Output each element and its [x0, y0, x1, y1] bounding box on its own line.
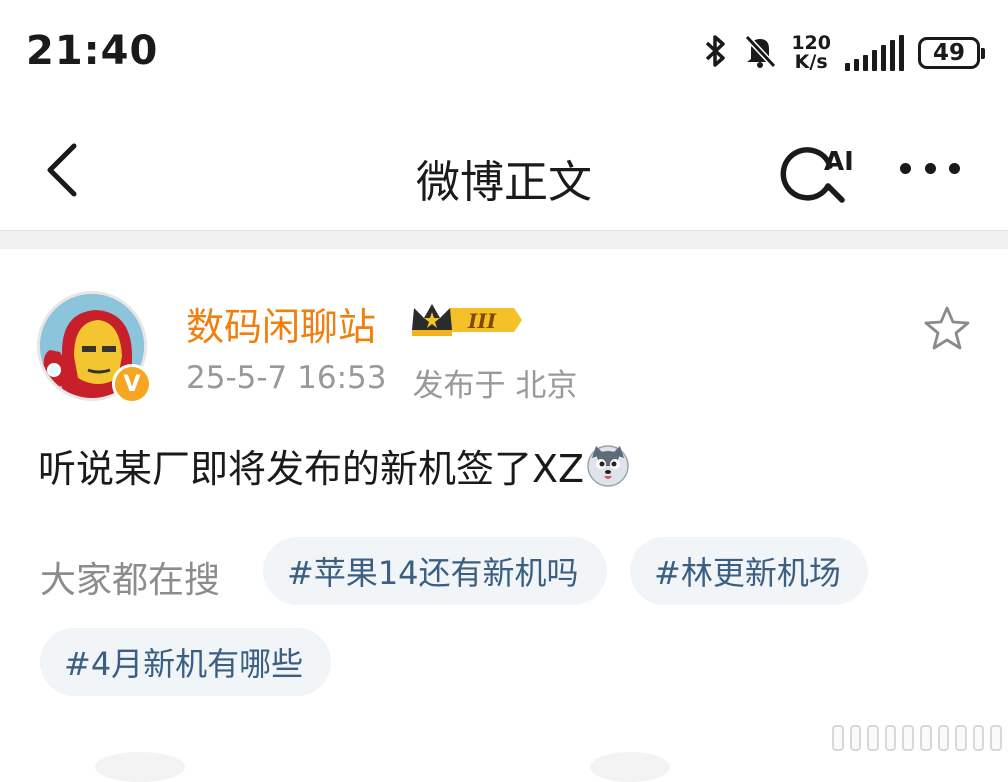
- signal-icon: [845, 35, 904, 71]
- member-level-badge[interactable]: III: [410, 300, 522, 340]
- network-speed-unit: K/s: [794, 51, 828, 73]
- ai-search-button[interactable]: AI: [780, 136, 860, 206]
- status-bar: 21:40 120 K/s 49: [0, 0, 1008, 110]
- status-icons: 120 K/s 49: [703, 30, 985, 76]
- section-divider: [0, 230, 1008, 249]
- post-date: 25-5-7 16:53: [186, 360, 387, 396]
- bottom-bar-hint: [95, 752, 185, 782]
- trending-tag[interactable]: #林更新机场: [630, 537, 868, 605]
- ai-search-icon: AI: [780, 147, 854, 203]
- battery-icon: 49: [918, 37, 985, 69]
- verified-mark: V: [123, 371, 141, 397]
- member-level-text: III: [467, 309, 497, 333]
- husky-emoji-icon: [586, 444, 630, 488]
- more-dot: [949, 162, 960, 174]
- mute-icon: [743, 33, 777, 73]
- trending-label: 大家都在搜: [40, 560, 221, 601]
- star-icon: [924, 306, 970, 350]
- post-meta: 25-5-7 16:53 发布于 北京: [186, 360, 577, 405]
- trending-tag[interactable]: #4月新机有哪些: [40, 628, 331, 696]
- scroll-indicator: [832, 723, 1002, 753]
- post-content: 听说某厂即将发布的新机签了XZ: [38, 438, 630, 493]
- network-speed: 120 K/s: [791, 34, 831, 72]
- ai-label: AI: [824, 147, 854, 177]
- more-button[interactable]: [892, 148, 968, 188]
- favorite-button[interactable]: [922, 304, 972, 354]
- post-location: 发布于 北京: [412, 368, 578, 404]
- nav-bar: 微博正文 AI: [0, 110, 1008, 230]
- crown-icon: III: [412, 304, 522, 336]
- more-dot: [900, 162, 911, 174]
- battery-level: 49: [932, 40, 965, 66]
- bluetooth-icon: [703, 33, 729, 73]
- username[interactable]: 数码闲聊站: [186, 296, 376, 351]
- post-text: 听说某厂即将发布的新机签了XZ: [38, 447, 585, 491]
- status-time: 21:40: [26, 28, 159, 74]
- trending-tag[interactable]: #苹果14还有新机吗: [263, 537, 607, 605]
- verified-badge: V: [112, 364, 152, 404]
- more-dot: [924, 162, 936, 174]
- bottom-bar-hint: [590, 752, 670, 782]
